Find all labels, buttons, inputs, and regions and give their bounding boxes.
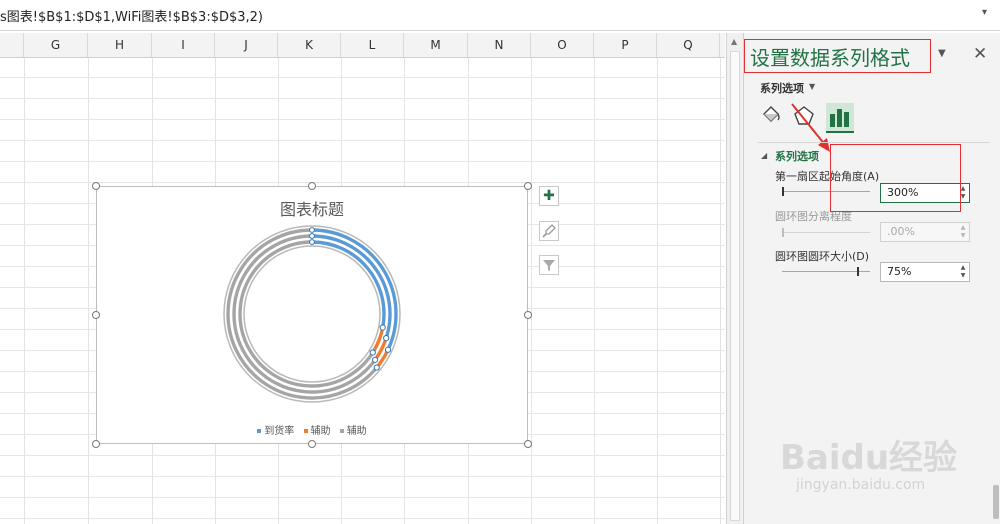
legend-swatch-orange xyxy=(303,429,308,433)
sheet-vertical-scrollbar[interactable]: ▲ xyxy=(726,33,744,524)
pane-scrollbar[interactable] xyxy=(991,150,1000,524)
column-header-bar: G H I J K L M N O P Q xyxy=(0,33,725,58)
doughnut-hole-size-label: 圆环图圆环大小(D) xyxy=(775,250,870,263)
legend-item-arrival-rate[interactable]: 到货率 xyxy=(257,422,294,437)
column-header-o[interactable]: O xyxy=(531,33,594,57)
doughnut-hole-size-input[interactable]: 75% xyxy=(880,262,970,282)
chart-legend[interactable]: 到货率 辅助 辅助 xyxy=(96,422,528,437)
resize-handle-br[interactable] xyxy=(524,440,532,448)
column-header-partial[interactable] xyxy=(0,33,24,57)
slider-thumb[interactable] xyxy=(782,187,784,196)
legend-item-aux-1[interactable]: 辅助 xyxy=(303,422,331,437)
brush-icon xyxy=(542,224,556,238)
legend-swatch-blue xyxy=(257,429,262,433)
column-header-h[interactable]: H xyxy=(88,33,152,57)
series-point-marker[interactable] xyxy=(309,239,315,245)
resize-handle-left[interactable] xyxy=(92,311,100,319)
chart-filters-button[interactable] xyxy=(539,255,559,275)
spin-arrows-icon[interactable]: ▲ ▼ xyxy=(958,264,968,280)
slider-thumb[interactable] xyxy=(857,267,859,276)
scrollbar-thumb[interactable] xyxy=(730,51,740,521)
column-header-p[interactable]: P xyxy=(594,33,657,57)
legend-swatch-gray xyxy=(339,429,344,433)
watermark-logo: Baidu经验 xyxy=(780,438,958,478)
doughnut-segment-gray[interactable] xyxy=(232,234,377,394)
series-point-marker[interactable] xyxy=(383,335,390,342)
doughnut-rings[interactable] xyxy=(223,225,401,403)
collapse-caret-icon[interactable]: ◢ xyxy=(761,151,767,160)
column-header-l[interactable]: L xyxy=(341,33,404,57)
column-header-j[interactable]: J xyxy=(215,33,278,57)
formula-text[interactable]: s图表!$B$1:$D$1,WiFi图表!$B$3:$D$3,2) xyxy=(0,6,263,25)
resize-handle-tl[interactable] xyxy=(92,182,100,190)
close-icon[interactable]: ✕ xyxy=(973,44,987,64)
legend-item-aux-2[interactable]: 辅助 xyxy=(339,422,367,437)
doughnut-segment-gray[interactable] xyxy=(238,240,375,388)
column-header-i[interactable]: I xyxy=(152,33,215,57)
section-header-series-options[interactable]: 系列选项 xyxy=(775,148,819,164)
resize-handle-top[interactable] xyxy=(308,182,316,190)
pane-options-dropdown-icon[interactable]: ▼ xyxy=(938,48,946,59)
resize-handle-tr[interactable] xyxy=(524,182,532,190)
slider-thumb-disabled xyxy=(782,228,784,237)
column-header-m[interactable]: M xyxy=(404,33,468,57)
annotation-red-box-input xyxy=(830,144,961,212)
resize-handle-bottom[interactable] xyxy=(308,440,316,448)
ring-outline xyxy=(223,225,401,403)
pane-divider xyxy=(758,142,990,143)
series-point-marker[interactable] xyxy=(309,227,315,233)
column-header-k[interactable]: K xyxy=(278,33,341,57)
chevron-down-icon[interactable]: ▼ xyxy=(809,82,815,91)
column-header-n[interactable]: N xyxy=(468,33,531,57)
watermark-url: jingyan.baidu.com xyxy=(796,477,926,493)
column-header-q[interactable]: Q xyxy=(657,33,720,57)
doughnut-chart[interactable] xyxy=(96,186,528,444)
series-point-marker[interactable] xyxy=(309,233,315,239)
doughnut-explosion-input: .00% xyxy=(880,222,970,242)
series-point-marker[interactable] xyxy=(373,364,380,371)
chart-elements-button[interactable]: ✚ xyxy=(539,186,559,206)
doughnut-explosion-slider xyxy=(782,232,870,233)
series-point-marker[interactable] xyxy=(372,356,379,363)
ring-outline xyxy=(243,245,381,383)
series-point-marker[interactable] xyxy=(384,346,392,353)
pane-scrollbar-thumb[interactable] xyxy=(993,485,999,519)
series-point-marker[interactable] xyxy=(379,324,386,331)
chart-styles-button[interactable] xyxy=(539,221,559,241)
resize-handle-bl[interactable] xyxy=(92,440,100,448)
formula-expand-icon[interactable]: ▾ xyxy=(982,7,987,18)
series-options-dropdown[interactable]: 系列选项 xyxy=(760,80,804,96)
annotation-red-box-title xyxy=(744,39,931,73)
formula-bar[interactable]: s图表!$B$1:$D$1,WiFi图表!$B$3:$D$3,2) ▾ xyxy=(0,0,1000,31)
spin-arrows-icon: ▲ ▼ xyxy=(960,224,966,239)
column-header-g[interactable]: G xyxy=(24,33,88,57)
scroll-up-icon[interactable]: ▲ xyxy=(731,37,737,46)
resize-handle-right[interactable] xyxy=(524,311,532,319)
filter-icon xyxy=(543,260,555,271)
series-point-marker[interactable] xyxy=(369,349,376,356)
